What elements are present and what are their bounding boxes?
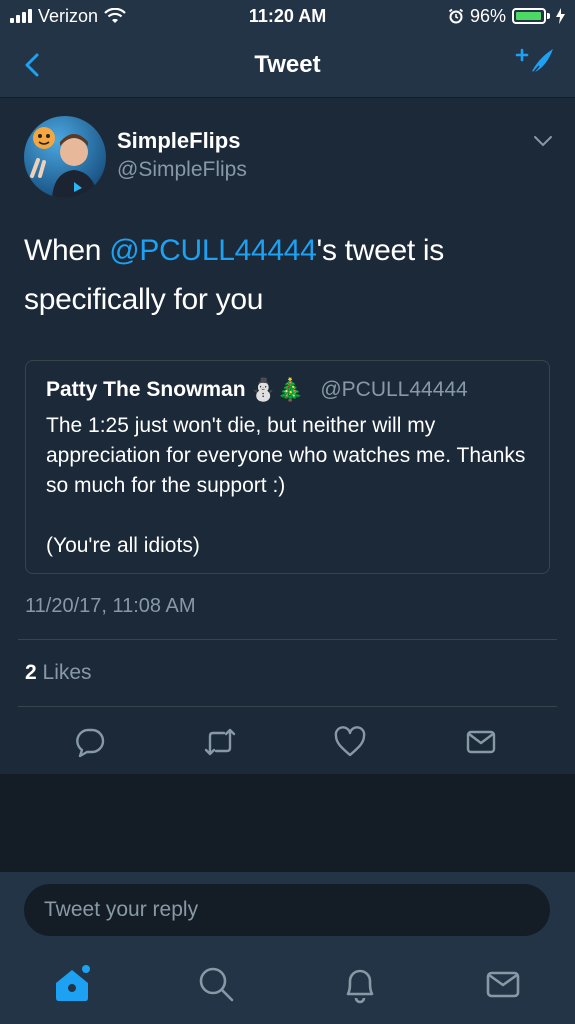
chevron-left-icon[interactable]: [18, 50, 48, 80]
quoted-author-name: Patty The Snowman: [46, 378, 246, 401]
likes-count[interactable]: 2 Likes: [25, 661, 92, 685]
tweet-detail: SimpleFlips @SimpleFlips When @PCULL4444…: [0, 98, 575, 774]
chevron-down-icon[interactable]: [533, 134, 553, 148]
messages-icon[interactable]: [483, 964, 523, 1004]
tweet-actions: [0, 718, 575, 768]
home-icon[interactable]: [52, 964, 92, 1004]
tweet-timestamp: 11/20/17, 11:08 AM: [25, 595, 196, 617]
share-icon[interactable]: [463, 724, 499, 760]
divider: [18, 706, 557, 707]
quoted-author-handle: @PCULL44444: [320, 378, 468, 401]
quoted-tweet-header: Patty The Snowman ⛄🎄 @PCULL44444: [46, 375, 529, 405]
alarm-icon: [448, 8, 464, 24]
battery-percent: 96%: [469, 5, 506, 26]
author-name[interactable]: SimpleFlips: [117, 128, 240, 154]
tab-bar: [0, 950, 575, 1024]
likes-number: 2: [25, 661, 37, 684]
likes-label: Likes: [42, 661, 92, 684]
nav-bar: Tweet: [0, 32, 575, 98]
quoted-tweet[interactable]: Patty The Snowman ⛄🎄 @PCULL44444 The 1:2…: [25, 360, 550, 574]
notifications-icon[interactable]: [340, 964, 380, 1004]
reply-bar: [0, 872, 575, 950]
signal-icon: [10, 9, 32, 23]
replies-area: [0, 774, 575, 872]
wifi-icon: [104, 8, 126, 23]
author-handle[interactable]: @SimpleFlips: [117, 158, 247, 182]
like-icon[interactable]: [332, 724, 368, 760]
battery-icon: [512, 8, 550, 24]
avatar[interactable]: [24, 116, 106, 198]
reply-icon[interactable]: [72, 724, 108, 760]
page-title: Tweet: [254, 50, 321, 78]
tweet-text-before: When: [24, 234, 110, 267]
status-left: Verizon: [10, 6, 126, 27]
quoted-author-emoji: ⛄🎄: [249, 377, 305, 402]
divider: [18, 639, 557, 640]
compose-tweet-icon[interactable]: [515, 46, 555, 82]
mention-link[interactable]: @PCULL44444: [109, 234, 317, 267]
retweet-icon[interactable]: [202, 724, 238, 760]
reply-input[interactable]: [24, 884, 550, 936]
charging-icon: [556, 8, 565, 24]
tweet-text: When @PCULL44444's tweet is specifically…: [24, 226, 544, 324]
battery-fill: [516, 12, 541, 20]
quoted-tweet-text: The 1:25 just won't die, but neither wil…: [46, 414, 526, 557]
avatar-image: [30, 127, 98, 198]
search-icon[interactable]: [196, 964, 236, 1004]
status-right: 96%: [448, 6, 565, 27]
status-bar: Verizon 11:20 AM 96%: [0, 0, 575, 32]
carrier-label: Verizon: [38, 5, 99, 26]
